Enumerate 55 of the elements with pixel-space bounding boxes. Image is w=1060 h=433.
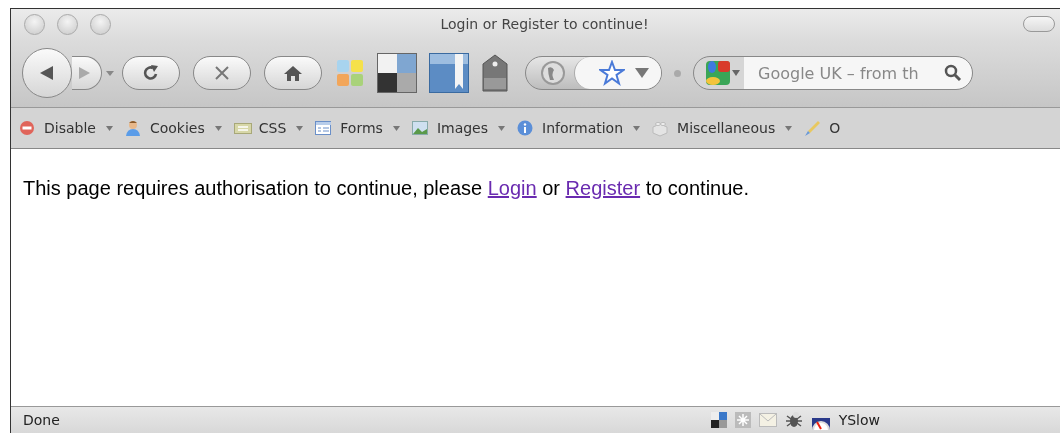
menu-button[interactable]: Disable (44, 120, 96, 136)
caret-icon[interactable] (392, 125, 400, 131)
tag-icon[interactable] (481, 54, 509, 92)
yslow-label[interactable]: YSlow (838, 412, 880, 428)
bookmark-icon[interactable] (429, 53, 469, 93)
home-icon (284, 65, 302, 81)
form-icon[interactable] (315, 119, 334, 137)
caret-icon[interactable] (633, 125, 641, 131)
link[interactable]: Register (565, 177, 641, 199)
envelope-icon[interactable] (758, 413, 777, 427)
user-icon[interactable] (124, 119, 143, 137)
reload-button[interactable] (122, 56, 180, 90)
reload-icon (142, 64, 160, 82)
image-icon[interactable] (411, 119, 430, 137)
close-icon (214, 65, 230, 81)
caret-icon[interactable] (106, 70, 114, 76)
caret-icon[interactable] (214, 125, 222, 131)
menu-button[interactable]: Forms (340, 120, 383, 136)
search-engine-icon[interactable] (704, 59, 732, 87)
zoom-button[interactable] (90, 13, 111, 35)
caret-icon[interactable] (635, 68, 649, 78)
address-field[interactable] (525, 56, 662, 90)
menu-button[interactable]: Miscellaneous (677, 120, 776, 136)
caret-icon[interactable] (785, 125, 793, 131)
dashboard-icon[interactable] (377, 53, 417, 93)
close-button[interactable] (24, 13, 45, 35)
forward-button[interactable] (72, 56, 102, 90)
bookmark-star-field[interactable] (574, 57, 661, 89)
star-icon[interactable] (599, 60, 625, 86)
caret-icon[interactable] (498, 125, 505, 131)
menu-button[interactable]: CSS (258, 120, 287, 136)
minimize-button[interactable] (57, 13, 78, 35)
menu-button[interactable]: Information (542, 120, 624, 136)
status-text: Done (23, 412, 61, 428)
snowflake-icon[interactable] (734, 412, 751, 428)
stop-button[interactable] (193, 56, 251, 90)
caret-icon[interactable] (105, 125, 113, 131)
window-title: Login or Register to continue! (439, 16, 650, 32)
home-button[interactable] (264, 56, 322, 90)
bug-icon[interactable] (784, 411, 803, 429)
disable-icon[interactable] (19, 119, 37, 137)
forward-arrow-icon (77, 66, 91, 80)
separator-dot-icon (674, 69, 681, 77)
menu-button[interactable]: O (829, 120, 841, 136)
menu-button[interactable]: Images (436, 120, 488, 136)
search-field[interactable]: Google UK – from th (693, 56, 973, 90)
message-text: This page requires authorisation to continue, please Login or Register to continue. (23, 177, 751, 200)
link[interactable]: Login (487, 177, 537, 199)
toolbar-toggle-button[interactable] (1023, 16, 1055, 32)
caret-icon[interactable] (296, 125, 304, 131)
caret-icon[interactable] (732, 70, 740, 76)
dashboard-icon[interactable] (710, 412, 727, 428)
info-icon[interactable] (517, 119, 535, 137)
menu-button[interactable]: Cookies (149, 120, 205, 136)
back-button[interactable] (22, 48, 72, 98)
